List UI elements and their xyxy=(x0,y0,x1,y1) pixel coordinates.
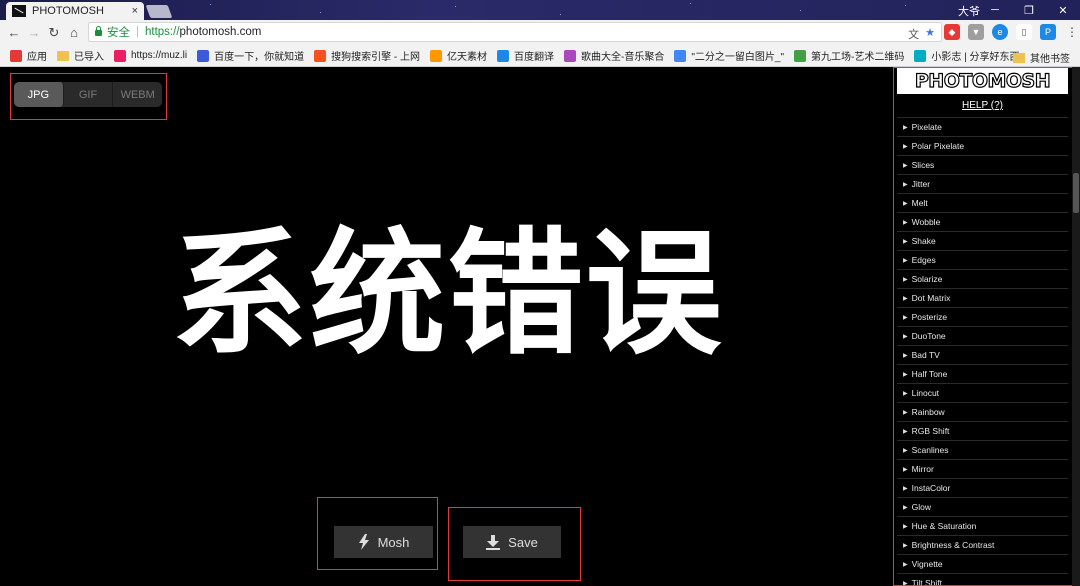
bookmark-item[interactable]: 第九工场-艺术二维码 xyxy=(794,48,904,63)
bookmark-label: 应用 xyxy=(27,52,47,63)
bookmark-item[interactable]: https://muz.li xyxy=(114,49,188,62)
bookmark-label: 已导入 xyxy=(74,52,104,63)
bookmark-label: https://muz.li xyxy=(131,50,188,61)
scrollbar[interactable] xyxy=(1072,67,1080,586)
highlight-box-panel xyxy=(893,67,1073,586)
minimize-icon[interactable]: ─ xyxy=(978,0,1012,20)
lock-icon xyxy=(95,26,102,36)
translate-icon[interactable]: 文 xyxy=(908,26,919,42)
new-tab-button[interactable] xyxy=(145,5,173,18)
bookmark-label: 小影志 | 分享好东西 xyxy=(931,52,1020,63)
bookmark-star-icon[interactable]: ★ xyxy=(925,26,935,42)
bookmark-label: 百度一下，你就知道 xyxy=(214,52,305,63)
canvas-image-text: 系统错误 xyxy=(171,216,724,374)
bookmark-item[interactable]: 应用 xyxy=(10,48,47,63)
bookmark-label: 第九工场-艺术二维码 xyxy=(811,52,905,63)
baidu-icon xyxy=(197,49,210,62)
bookmarks-bar: 应用 已导入 https://muz.li 百度一下，你就知道 搜狗搜索引擎 - 上网 亿… xyxy=(0,45,1080,67)
photomosh-favicon-icon xyxy=(12,5,26,17)
apps-grid-icon xyxy=(10,49,22,62)
photomosh-app: JPG GIF WEBM 系统错误 Mosh Save PHOTOMOSH HE… xyxy=(0,67,1080,586)
extension-icon-3[interactable]: e xyxy=(992,24,1008,40)
fox-icon xyxy=(430,49,443,62)
chrome-icon xyxy=(674,49,687,62)
secure-label: 安全 xyxy=(107,27,130,39)
bookmark-item[interactable]: 百度翻译 xyxy=(497,48,554,63)
music-icon xyxy=(564,49,577,62)
bookmark-label: 百度翻译 xyxy=(514,52,555,63)
highlight-box-mosh xyxy=(317,497,438,570)
scrollbar-thumb[interactable] xyxy=(1073,173,1079,213)
qr-icon xyxy=(794,49,807,62)
url-text: https://photomosh.com xyxy=(145,26,262,38)
extension-icon-5[interactable]: P xyxy=(1040,24,1056,40)
forward-icon[interactable]: → xyxy=(24,25,44,40)
tab-title: PHOTOMOSH xyxy=(32,5,104,17)
extension-icon-4[interactable]: ▯ xyxy=(1016,24,1032,40)
muzli-icon xyxy=(114,49,126,62)
browser-tab-strip: PHOTOMOSH × 大爷 ─ ❐ ✕ xyxy=(0,0,1080,20)
highlight-box-formats xyxy=(10,73,167,120)
profile-name[interactable]: 大爷 xyxy=(958,3,980,19)
bookmark-item[interactable]: 歌曲大全-音乐聚合 xyxy=(564,48,664,63)
bookmark-label: 歌曲大全-音乐聚合 xyxy=(581,52,665,63)
extension-icon-2[interactable]: ▼ xyxy=(968,24,984,40)
other-bookmarks[interactable]: 其他书签 xyxy=(1013,50,1070,65)
address-bar[interactable]: 安全 | https://photomosh.com 文 ★ xyxy=(88,22,942,42)
sogou-icon xyxy=(314,49,327,62)
other-bookmarks-label: 其他书签 xyxy=(1030,54,1070,65)
back-icon[interactable]: ← xyxy=(4,25,24,40)
bookmark-label: "二分之一留白图片_" xyxy=(691,52,785,63)
folder-icon xyxy=(1013,52,1025,63)
highlight-box-save xyxy=(448,507,581,581)
bookmark-item[interactable]: "二分之一留白图片_" xyxy=(674,48,784,63)
browser-toolbar: ← → ↻ ⌂ 安全 | https://photomosh.com 文 ★ ◆… xyxy=(0,20,1080,45)
chrome-menu-icon[interactable]: ⋮ xyxy=(1064,24,1080,40)
bookmark-item[interactable]: 搜狗搜索引擎 - 上网 xyxy=(314,48,420,63)
bookmark-item[interactable]: 已导入 xyxy=(57,48,104,63)
folder-icon xyxy=(57,50,69,61)
tab-close-icon[interactable]: × xyxy=(132,5,138,17)
extension-icon-1[interactable]: ◆ xyxy=(944,24,960,40)
bookmark-label: 搜狗搜索引擎 - 上网 xyxy=(331,52,421,63)
bookmark-item[interactable]: 亿天素材 xyxy=(430,48,487,63)
bookmark-item[interactable]: 百度一下，你就知道 xyxy=(197,48,304,63)
browser-tab[interactable]: PHOTOMOSH × xyxy=(6,2,144,20)
translate-icon xyxy=(497,49,510,62)
window-close-icon[interactable]: ✕ xyxy=(1046,0,1080,20)
restore-icon[interactable]: ❐ xyxy=(1012,0,1046,20)
home-icon[interactable]: ⌂ xyxy=(64,25,84,40)
reload-icon[interactable]: ↻ xyxy=(44,25,64,41)
xiaoying-icon xyxy=(914,49,927,62)
bookmark-item[interactable]: 小影志 | 分享好东西 xyxy=(914,48,1020,63)
bookmark-label: 亿天素材 xyxy=(447,52,488,63)
